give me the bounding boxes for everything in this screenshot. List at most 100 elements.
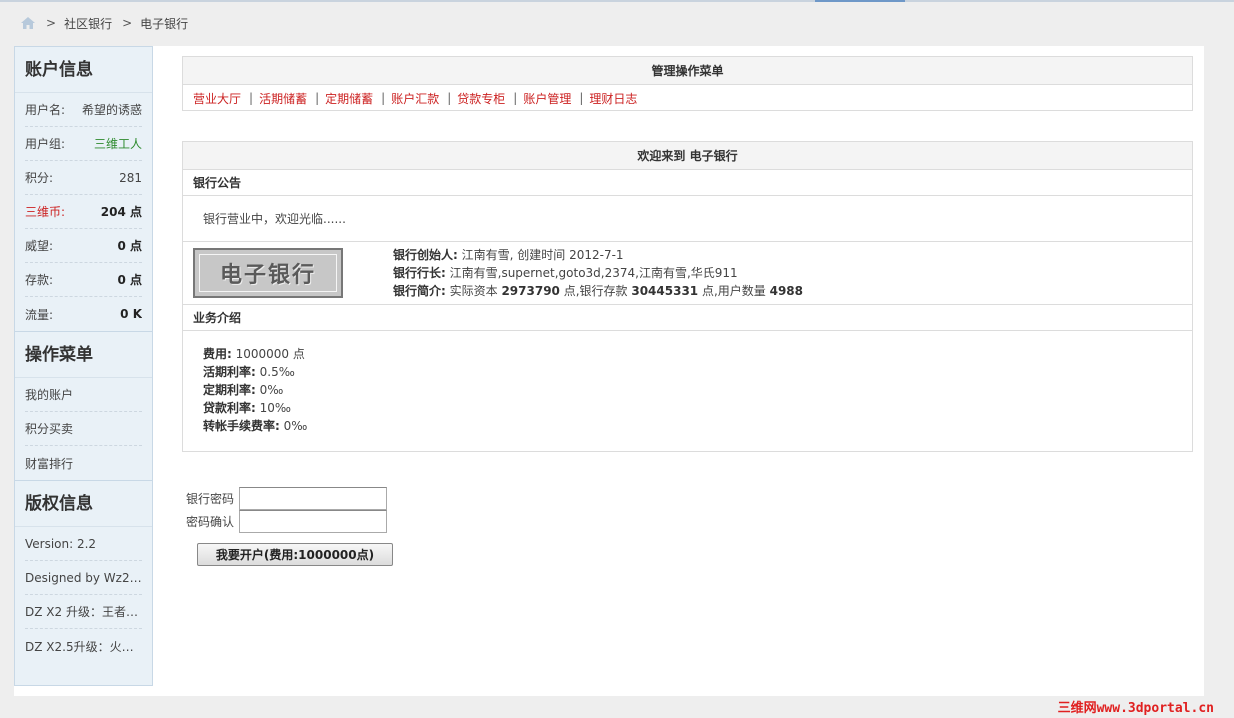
breadcrumb-separator: > — [122, 16, 133, 30]
menu-divider: | — [579, 91, 584, 105]
copyright-text: DZ X2.5升级：火舞... — [25, 639, 142, 654]
account-row-traffic: 流量: 0 K — [25, 297, 142, 331]
menu-finance-log[interactable]: 理财日志 — [589, 90, 637, 107]
breadcrumb: > 社区银行 > 电子银行 — [20, 14, 188, 32]
copyright-x25-upgrade: DZ X2.5升级：火舞... — [25, 629, 142, 663]
users-value: 4988 — [769, 284, 804, 298]
bank-info-row: 电子银行 银行创始人: 江南有雪, 创建时间 2012-7-1 银行行长: 江南… — [183, 242, 1192, 305]
copyright-text: Version: 2.2 — [25, 536, 97, 551]
menu-divider: | — [447, 91, 452, 105]
password-label: 银行密码 — [186, 492, 235, 506]
account-row-coins: 三维币: 204 点 — [25, 195, 142, 229]
account-row-username: 用户名: 希望的诱惑 — [25, 93, 142, 127]
notice-text: 银行营业中，欢迎光临...... — [183, 196, 1192, 242]
notice-heading: 银行公告 — [183, 170, 1192, 196]
intro-text: 点,银行存款 — [559, 284, 632, 298]
breadcrumb-separator: > — [46, 16, 57, 30]
menu-divider: | — [249, 91, 254, 105]
confirm-password-input[interactable] — [239, 510, 387, 533]
fee-label: 转帐手续费率: — [203, 419, 280, 433]
fee-value: 0‰ — [255, 383, 284, 397]
account-value: 0 K — [120, 307, 142, 321]
copyright-x2-upgrade: DZ X2 升级：王者の... — [25, 595, 142, 629]
open-account-button[interactable]: 我要开户(费用:1000000点) — [197, 543, 393, 566]
account-value: 281 — [119, 170, 142, 185]
menu-remittance[interactable]: 账户汇款 — [391, 90, 439, 107]
sidebar-item-my-account[interactable]: 我的账户 — [25, 378, 142, 412]
sidebar-item-points-trade[interactable]: 积分买卖 — [25, 412, 142, 446]
bank-logo-text: 电子银行 — [219, 262, 316, 288]
open-account-form: 银行密码 密码确认 — [186, 487, 387, 533]
intro-text: 点,用户数量 — [698, 284, 770, 298]
fee-row: 贷款利率: 10‰ — [203, 399, 1192, 417]
account-key: 三维币: — [25, 205, 66, 219]
operation-menu-section: 操作菜单 我的账户 积分买卖 财富排行 — [15, 331, 152, 480]
fee-row: 定期利率: 0‰ — [203, 381, 1192, 399]
president-label: 银行行长: — [393, 266, 446, 280]
account-row-usergroup: 用户组: 三维工人 — [25, 127, 142, 161]
fee-row: 活期利率: 0.5‰ — [203, 363, 1192, 381]
account-value[interactable]: 三维工人 — [94, 135, 142, 152]
manage-menu: 营业大厅 | 活期储蓄 | 定期储蓄 | 账户汇款 | 贷款专柜 | 账户管理 … — [183, 85, 1192, 111]
account-key: 积分: — [25, 171, 54, 185]
founder-label: 银行创始人: — [393, 248, 458, 262]
operation-menu-title: 操作菜单 — [15, 332, 152, 378]
fee-label: 活期利率: — [203, 365, 256, 379]
account-info-title: 账户信息 — [15, 47, 152, 93]
bank-president: 银行行长: 江南有雪,supernet,goto3d,2374,江南有雪,华氏9… — [393, 264, 803, 282]
fee-label: 贷款利率: — [203, 401, 256, 415]
bank-logo: 电子银行 — [193, 248, 343, 298]
menu-loans[interactable]: 贷款专柜 — [457, 90, 505, 107]
intro-label: 银行简介: — [393, 284, 446, 298]
bank-password-input[interactable] — [239, 487, 387, 510]
account-key: 流量: — [25, 307, 54, 322]
copyright-version: Version: 2.2 — [25, 527, 142, 561]
top-border — [0, 0, 1234, 2]
account-row-deposit: 存款: 0 点 — [25, 263, 142, 297]
account-key: 存款: — [25, 273, 54, 287]
menu-account-manage[interactable]: 账户管理 — [523, 90, 571, 107]
sidebar: 账户信息 用户名: 希望的诱惑 用户组: 三维工人 积分: 281 三维币: 2… — [14, 46, 153, 686]
account-value: 0 点 — [117, 273, 142, 287]
fee-value: 0‰ — [279, 419, 308, 433]
site-watermark: 三维网www.3dportal.cn — [1057, 701, 1214, 716]
account-key: 威望: — [25, 239, 54, 253]
business-fees: 费用: 1000000 点 活期利率: 0.5‰ 定期利率: 0‰ 贷款利率: … — [183, 331, 1192, 449]
copyright-text: DZ X2 升级：王者の... — [25, 605, 142, 619]
sidebar-item-wealth-rank[interactable]: 财富排行 — [25, 446, 142, 480]
bank-founder: 银行创始人: 江南有雪, 创建时间 2012-7-1 — [393, 246, 803, 264]
password-row: 银行密码 — [186, 487, 387, 510]
bank-info: 银行创始人: 江南有雪, 创建时间 2012-7-1 银行行长: 江南有雪,su… — [393, 246, 803, 300]
account-row-points: 积分: 281 — [25, 161, 142, 195]
home-icon[interactable] — [20, 16, 36, 30]
deposit-value: 30445331 — [631, 284, 699, 298]
top-border-highlight — [815, 0, 905, 2]
fee-label: 费用: — [203, 347, 232, 361]
president-value: 江南有雪,supernet,goto3d,2374,江南有雪,华氏911 — [445, 266, 738, 280]
copyright-title: 版权信息 — [15, 481, 152, 527]
manage-menu-title: 管理操作菜单 — [183, 57, 1192, 85]
confirm-row: 密码确认 — [186, 510, 387, 533]
fee-value: 1000000 点 — [231, 347, 305, 361]
welcome-title: 欢迎来到 电子银行 — [183, 142, 1192, 170]
account-key: 用户名: — [25, 103, 66, 117]
fee-label: 定期利率: — [203, 383, 256, 397]
breadcrumb-ebank[interactable]: 电子银行 — [140, 15, 188, 32]
menu-divider: | — [513, 91, 518, 105]
intro-text: 实际资本 — [445, 284, 502, 298]
bank-intro: 银行简介: 实际资本 2973790 点,银行存款 30445331 点,用户数… — [393, 282, 803, 300]
fee-row: 费用: 1000000 点 — [203, 345, 1192, 363]
account-value: 0 点 — [117, 239, 142, 253]
capital-value: 2973790 — [501, 284, 560, 298]
menu-divider: | — [315, 91, 320, 105]
founder-value: 江南有雪, 创建时间 2012-7-1 — [457, 248, 624, 262]
menu-divider: | — [381, 91, 386, 105]
menu-business-hall[interactable]: 营业大厅 — [193, 90, 241, 107]
account-key: 用户组: — [25, 137, 66, 151]
fee-value: 0.5‰ — [255, 365, 295, 379]
fee-row: 转帐手续费率: 0‰ — [203, 417, 1192, 435]
footer-bar — [0, 696, 1234, 718]
menu-current-savings[interactable]: 活期储蓄 — [259, 90, 307, 107]
breadcrumb-community-bank[interactable]: 社区银行 — [64, 15, 112, 32]
menu-fixed-savings[interactable]: 定期储蓄 — [325, 90, 373, 107]
